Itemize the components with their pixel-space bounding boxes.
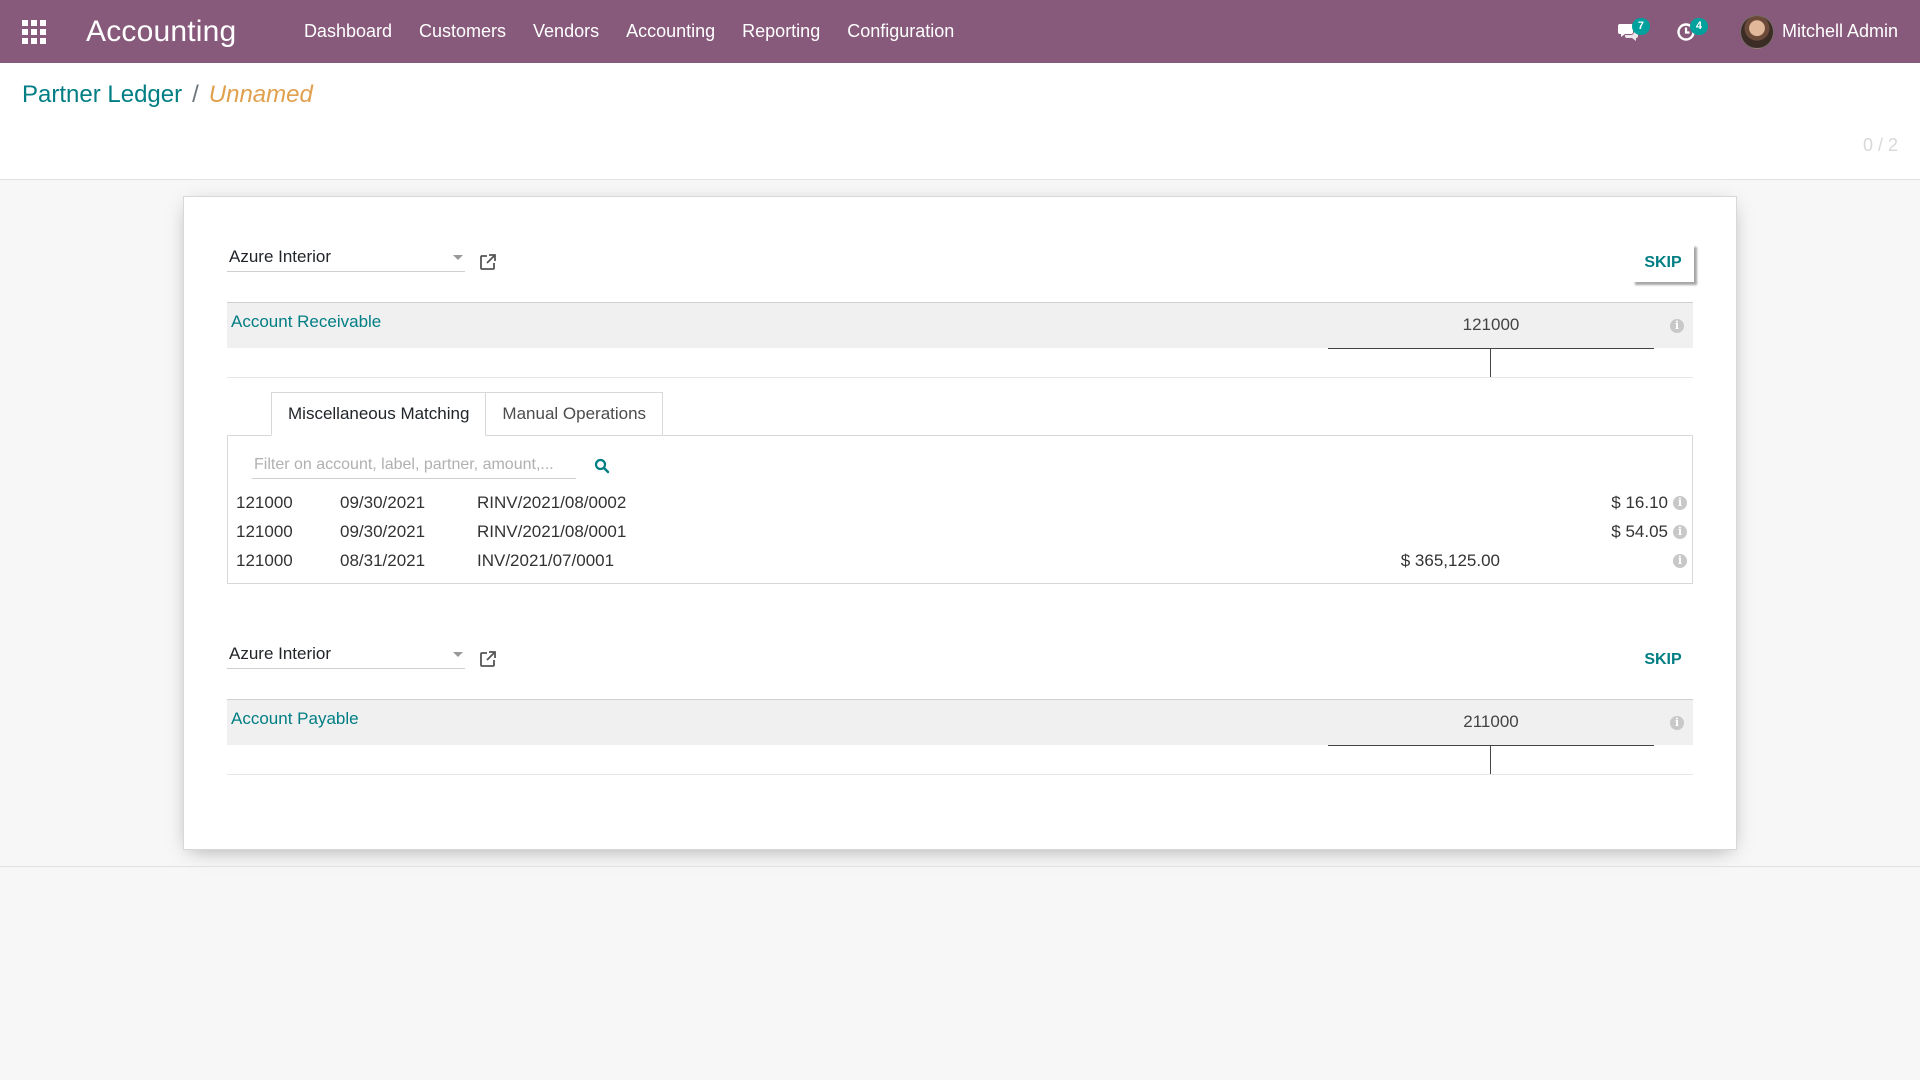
chevron-down-icon [453, 255, 463, 260]
activities-badge: 4 [1689, 17, 1708, 35]
info-icon[interactable]: i [1670, 716, 1684, 730]
app-title[interactable]: Accounting [86, 15, 236, 49]
account-row: Account Payable 211000 i [227, 699, 1693, 746]
move-line-row[interactable]: 121000 09/30/2021 RINV/2021/08/0001 $ 54… [228, 517, 1692, 546]
top-navbar: Accounting Dashboard Customers Vendors A… [0, 0, 1920, 63]
partner-select-value: Azure Interior [229, 644, 332, 663]
control-panel: Partner Ledger / Unnamed 0 / 2 [0, 63, 1920, 180]
account-code-box: 211000 [1328, 700, 1654, 746]
breadcrumb: Partner Ledger / Unnamed [22, 81, 313, 109]
external-link-icon[interactable] [478, 649, 498, 669]
messages-button[interactable]: 7 [1606, 12, 1650, 52]
skip-button[interactable]: SKIP [1632, 244, 1694, 282]
reconciliation-sheet: Azure Interior SKIP Account Receivable 1… [183, 196, 1737, 850]
line-date: 09/30/2021 [340, 522, 426, 541]
line-reference: RINV/2021/08/0001 [477, 522, 627, 541]
move-line-row[interactable]: 121000 09/30/2021 RINV/2021/08/0002 $ 16… [228, 488, 1692, 517]
menu-dashboard[interactable]: Dashboard [290, 0, 405, 63]
account-row: Account Receivable 121000 i [227, 302, 1693, 349]
systray: 7 4 Mitchell Admin [1606, 0, 1920, 63]
main-menu: Dashboard Customers Vendors Accounting R… [290, 0, 967, 63]
messages-badge: 7 [1631, 17, 1650, 35]
menu-accounting[interactable]: Accounting [613, 0, 729, 63]
balance-divider [1490, 745, 1491, 774]
line-date: 08/31/2021 [340, 551, 426, 570]
content-divider [0, 866, 1920, 867]
external-link-icon[interactable] [478, 252, 498, 272]
line-debit: $ 365,125.00 [1400, 551, 1500, 570]
info-icon[interactable]: i [1670, 319, 1684, 333]
reconciliation-tabs: Miscellaneous Matching Manual Operations [271, 392, 664, 436]
line-account: 121000 [236, 522, 293, 541]
partner-select-value: Azure Interior [229, 247, 332, 266]
line-date: 09/30/2021 [340, 493, 426, 512]
line-account: 121000 [236, 551, 293, 570]
menu-customers[interactable]: Customers [406, 0, 520, 63]
line-account: 121000 [236, 493, 293, 512]
account-code: 121000 [1462, 315, 1520, 334]
chevron-down-icon [453, 652, 463, 657]
filter-input[interactable] [252, 451, 576, 479]
skip-button[interactable]: SKIP [1632, 641, 1694, 679]
partner-select[interactable]: Azure Interior [227, 242, 465, 272]
account-balance-row [227, 745, 1693, 775]
move-line-row[interactable]: 121000 08/31/2021 INV/2021/07/0001 $ 365… [228, 546, 1692, 575]
account-balance-row [227, 348, 1693, 378]
account-code: 211000 [1463, 712, 1519, 731]
search-icon[interactable] [594, 458, 610, 474]
account-name[interactable]: Account Receivable [231, 312, 381, 332]
info-icon[interactable]: i [1673, 554, 1687, 568]
menu-configuration[interactable]: Configuration [834, 0, 968, 63]
apps-menu-icon[interactable] [22, 19, 46, 44]
line-reference: INV/2021/07/0001 [477, 551, 615, 570]
breadcrumb-separator: / [192, 81, 199, 108]
matching-panel: 121000 09/30/2021 RINV/2021/08/0002 $ 16… [227, 435, 1693, 584]
user-name[interactable]: Mitchell Admin [1782, 21, 1898, 42]
line-reference: RINV/2021/08/0002 [477, 493, 627, 512]
partner-select[interactable]: Azure Interior [227, 639, 465, 669]
activities-button[interactable]: 4 [1664, 12, 1708, 52]
tab-manual-operations[interactable]: Manual Operations [485, 392, 664, 436]
line-credit: $ 54.05 [1611, 522, 1668, 541]
pager-value[interactable]: 0 / 2 [1863, 135, 1898, 156]
line-credit: $ 16.10 [1611, 493, 1668, 512]
breadcrumb-parent[interactable]: Partner Ledger [22, 81, 182, 109]
breadcrumb-current: Unnamed [208, 81, 313, 108]
account-code-box: 121000 [1328, 303, 1654, 349]
tab-miscellaneous-matching[interactable]: Miscellaneous Matching [271, 392, 487, 436]
info-icon[interactable]: i [1673, 496, 1687, 510]
user-avatar[interactable] [1739, 14, 1774, 49]
menu-reporting[interactable]: Reporting [729, 0, 834, 63]
menu-vendors[interactable]: Vendors [520, 0, 613, 63]
balance-divider [1490, 348, 1491, 377]
account-name[interactable]: Account Payable [231, 709, 359, 729]
info-icon[interactable]: i [1673, 525, 1687, 539]
